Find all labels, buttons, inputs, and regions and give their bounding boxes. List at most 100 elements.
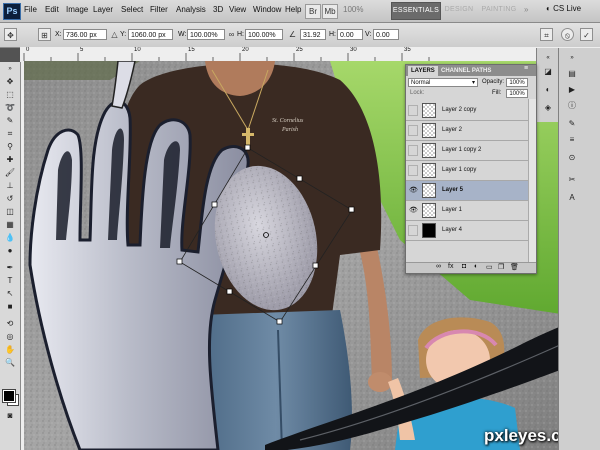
blur-tool-icon[interactable]: 💧 bbox=[3, 232, 17, 243]
height-scale-field[interactable]: 100.00% bbox=[245, 29, 283, 40]
expand-panels-icon[interactable]: « bbox=[541, 52, 555, 64]
workspace-more-button[interactable]: » bbox=[524, 5, 528, 14]
width-scale-field[interactable]: 100.00% bbox=[187, 29, 225, 40]
menu-file[interactable]: File bbox=[24, 5, 37, 14]
lasso-tool-icon[interactable]: ➰ bbox=[3, 102, 17, 113]
tools-collapse-icon[interactable]: » bbox=[3, 64, 17, 75]
new-layer-icon[interactable]: ❐ bbox=[498, 263, 504, 271]
dock-collapse-icon[interactable]: » bbox=[565, 52, 579, 64]
color-panel-icon[interactable]: ◪ bbox=[541, 66, 555, 78]
transform-handle[interactable] bbox=[296, 175, 303, 182]
mini-bridge-icon[interactable]: Mb bbox=[322, 4, 338, 19]
new-group-icon[interactable]: ▭ bbox=[486, 263, 493, 271]
tool-presets-icon[interactable]: ✂ bbox=[565, 174, 579, 186]
blend-mode-select[interactable]: Normal ▾ bbox=[408, 78, 478, 87]
eyedropper-tool-icon[interactable]: ⚲ bbox=[3, 141, 17, 152]
layers-scrollbar[interactable] bbox=[528, 99, 536, 263]
menu-image[interactable]: Image bbox=[66, 5, 88, 14]
dodge-tool-icon[interactable]: ● bbox=[3, 245, 17, 256]
foreground-color-swatch[interactable] bbox=[2, 389, 16, 403]
opacity-field[interactable]: 100% bbox=[506, 78, 528, 87]
visibility-toggle[interactable] bbox=[408, 105, 418, 116]
adjustment-layer-icon[interactable]: ◐ bbox=[474, 263, 478, 270]
fill-field[interactable]: 100% bbox=[506, 89, 528, 98]
clone-source-icon[interactable]: ⊙ bbox=[565, 152, 579, 164]
history-brush-tool-icon[interactable]: ↺ bbox=[3, 193, 17, 204]
menu-view[interactable]: View bbox=[229, 5, 246, 14]
brush-tool-icon[interactable]: 🖌 bbox=[3, 167, 17, 178]
transform-handle[interactable] bbox=[226, 288, 233, 295]
eye-icon[interactable]: 👁 bbox=[409, 186, 418, 195]
rotation-angle-field[interactable]: 31.92 bbox=[300, 29, 326, 40]
menu-filter[interactable]: Filter bbox=[150, 5, 168, 14]
adjustments-panel-icon[interactable]: ◐ bbox=[541, 84, 555, 96]
visibility-toggle[interactable] bbox=[408, 145, 418, 156]
marquee-tool-icon[interactable]: ⬚ bbox=[3, 89, 17, 100]
healing-brush-tool-icon[interactable]: ✚ bbox=[3, 154, 17, 165]
link-icon[interactable]: ∞ bbox=[227, 28, 236, 41]
layer-row[interactable]: Layer 2 bbox=[406, 121, 536, 141]
zoom-tool-icon[interactable]: 🔍 bbox=[3, 357, 17, 368]
shape-tool-icon[interactable]: ■ bbox=[3, 301, 17, 312]
workspace-design[interactable]: DESIGN bbox=[443, 2, 475, 18]
menu-edit[interactable]: Edit bbox=[45, 5, 59, 14]
transform-handle[interactable] bbox=[276, 318, 283, 325]
brushes-panel-icon[interactable]: ≡ bbox=[565, 134, 579, 146]
cancel-transform-icon[interactable]: ⦸ bbox=[561, 28, 574, 41]
crop-tool-icon[interactable]: ⌗ bbox=[3, 128, 17, 139]
commit-transform-icon[interactable]: ✓ bbox=[580, 28, 593, 41]
eye-icon[interactable]: 👁 bbox=[409, 206, 418, 215]
reference-point-icon[interactable]: ⊞ bbox=[38, 28, 51, 41]
pen-tool-icon[interactable]: ✒ bbox=[3, 262, 17, 273]
hand-tool-icon[interactable]: ✋ bbox=[3, 344, 17, 355]
add-mask-icon[interactable]: ◘ bbox=[462, 263, 466, 270]
transform-handle[interactable] bbox=[211, 201, 218, 208]
move-tool-preset-icon[interactable]: ✥ bbox=[4, 28, 17, 41]
move-tool-icon[interactable]: ✥ bbox=[3, 76, 17, 87]
brush-presets-icon[interactable]: ✎ bbox=[565, 118, 579, 130]
visibility-toggle[interactable] bbox=[408, 225, 418, 236]
actions-panel-icon[interactable]: ▶ bbox=[565, 84, 579, 96]
type-tool-icon[interactable]: T bbox=[3, 275, 17, 286]
quick-selection-tool-icon[interactable]: ✎ bbox=[3, 115, 17, 126]
workspace-essentials[interactable]: ESSENTIALS bbox=[391, 2, 441, 20]
zoom-level[interactable]: 100% bbox=[343, 5, 363, 14]
horizontal-skew-field[interactable]: 0.00 bbox=[337, 29, 363, 40]
history-panel-icon[interactable]: ▤ bbox=[565, 68, 579, 80]
transform-handle[interactable] bbox=[244, 144, 251, 151]
menu-layer[interactable]: Layer bbox=[93, 5, 113, 14]
transform-handle[interactable] bbox=[312, 262, 319, 269]
menu-analysis[interactable]: Analysis bbox=[176, 5, 206, 14]
panel-menu-icon[interactable]: ≡ bbox=[524, 65, 528, 72]
link-layers-icon[interactable]: ∞ bbox=[436, 263, 441, 270]
clone-stamp-tool-icon[interactable]: ⊥ bbox=[3, 180, 17, 191]
info-panel-icon[interactable]: ⓘ bbox=[565, 100, 579, 112]
layer-row[interactable]: Layer 4 bbox=[406, 221, 536, 241]
3d-rotate-tool-icon[interactable]: ⟲ bbox=[3, 318, 17, 329]
tab-channels-paths[interactable]: CHANNEL PATHS bbox=[438, 66, 494, 76]
y-position-field[interactable]: 1060.00 px bbox=[128, 29, 173, 40]
vertical-skew-field[interactable]: 0.00 bbox=[373, 29, 399, 40]
menu-select[interactable]: Select bbox=[121, 5, 143, 14]
x-position-field[interactable]: 736.00 px bbox=[63, 29, 107, 40]
visibility-toggle[interactable] bbox=[408, 125, 418, 136]
layer-row[interactable]: Layer 1 copy bbox=[406, 161, 536, 181]
layer-row[interactable]: 👁 Layer 1 bbox=[406, 201, 536, 221]
cs-live-button[interactable]: ◐ CS Live bbox=[546, 4, 581, 13]
layer-row[interactable]: Layer 2 copy bbox=[406, 101, 536, 121]
quick-mask-icon[interactable]: ◙ bbox=[3, 410, 17, 421]
workspace-painting[interactable]: PAINTING bbox=[480, 2, 518, 18]
transform-handle[interactable] bbox=[348, 206, 355, 213]
layer-style-icon[interactable]: fx bbox=[448, 263, 453, 270]
menu-3d[interactable]: 3D bbox=[213, 5, 223, 14]
layer-row[interactable]: Layer 1 copy 2 bbox=[406, 141, 536, 161]
3d-orbit-tool-icon[interactable]: ◎ bbox=[3, 331, 17, 342]
gradient-tool-icon[interactable]: ▦ bbox=[3, 219, 17, 230]
menu-window[interactable]: Window bbox=[253, 5, 281, 14]
delta-icon[interactable]: △ bbox=[110, 28, 119, 41]
warp-mode-icon[interactable]: ⌗ bbox=[540, 28, 553, 41]
eraser-tool-icon[interactable]: ◫ bbox=[3, 206, 17, 217]
bridge-icon[interactable]: Br bbox=[305, 4, 321, 19]
visibility-toggle[interactable] bbox=[408, 165, 418, 176]
menu-help[interactable]: Help bbox=[285, 5, 301, 14]
